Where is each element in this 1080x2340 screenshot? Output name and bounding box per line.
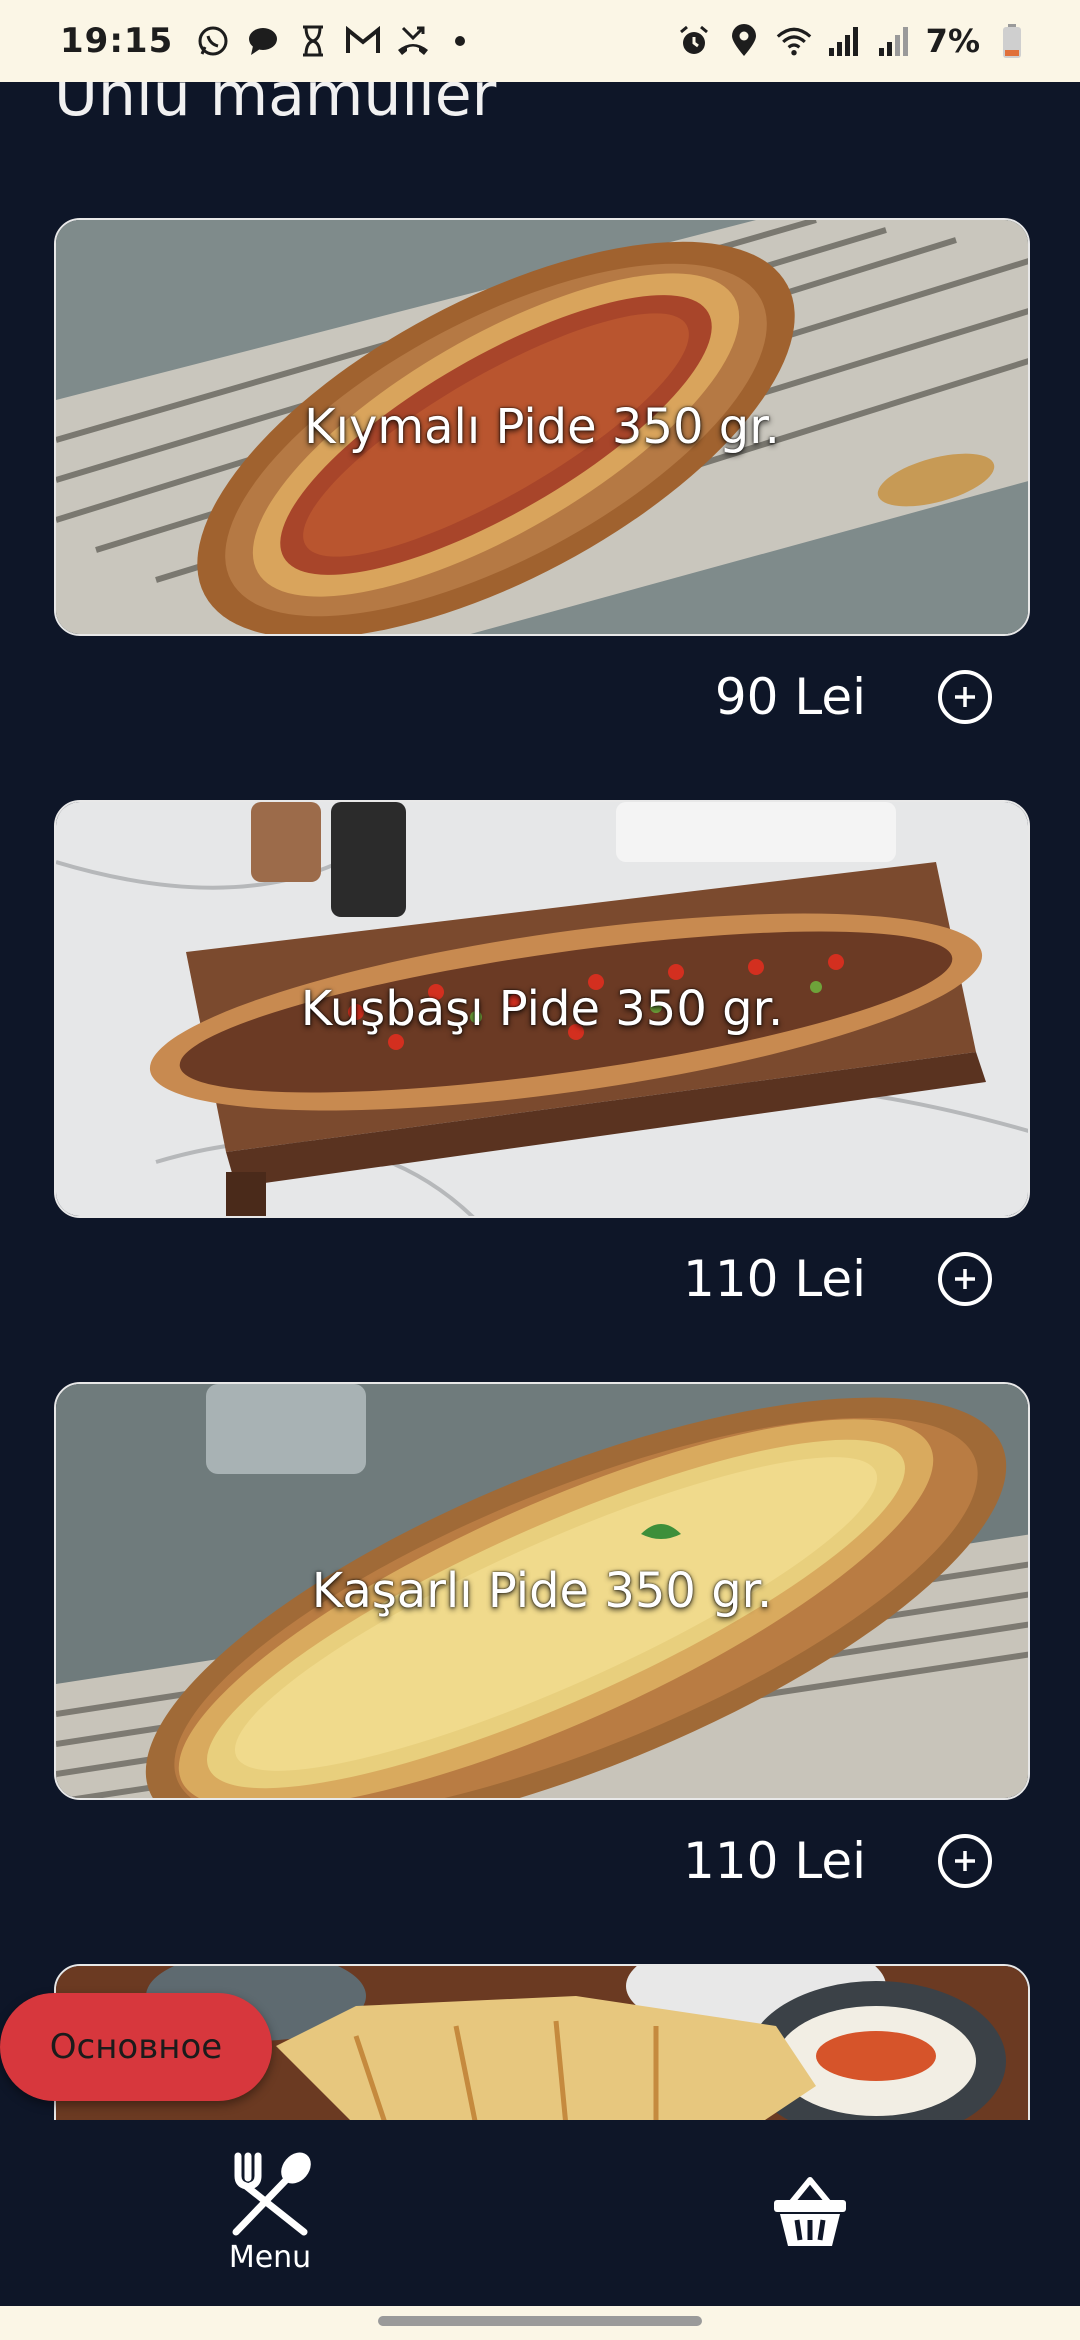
fork-spoon-icon [232,2152,311,2235]
system-gesture-area [0,2306,1080,2340]
menu-item-card[interactable]: Kaşarlı Pide 350 gr. 110 Lei [54,1382,1030,1924]
menu-item-name: Kuşbaşı Pide 350 gr. [300,981,784,1037]
plus-icon [955,1269,975,1289]
add-to-cart-button[interactable] [938,1252,992,1306]
plus-icon [955,687,975,707]
menu-item-price: 110 Lei [683,1250,866,1308]
bottom-nav: Menu [0,2120,1080,2306]
menu-item-price: 110 Lei [683,1832,866,1890]
missed-call-icon [395,23,431,59]
menu-item-name: Kaşarlı Pide 350 gr. [311,1563,773,1619]
battery-percent: 7% [925,22,980,60]
alarm-icon [676,23,712,59]
nav-menu[interactable]: Menu [0,2120,540,2306]
menu-item-image[interactable]: Kaşarlı Pide 350 gr. [54,1382,1030,1800]
price-row: 90 Lei [54,636,1030,760]
category-chip[interactable]: Основное [0,1993,272,2101]
hourglass-icon [295,23,331,59]
status-bar: 19:15 7% [0,0,1080,82]
whatsapp-icon [195,23,231,59]
menu-scroll-area[interactable]: Unlu mamüller Kıymalı Pide 350 gr. 90 Le… [0,82,1080,2120]
status-bar-left: 19:15 [60,21,466,61]
chat-icon [245,23,281,59]
add-to-cart-button[interactable] [938,670,992,724]
nav-menu-label: Menu [228,2239,312,2275]
nav-cart[interactable] [540,2120,1080,2306]
menu-item-image[interactable]: Kuşbaşı Pide 350 gr. [54,800,1030,1218]
menu-item-price: 90 Lei [714,668,866,726]
gmail-icon [345,23,381,59]
section-title: Unlu mamüller [54,82,497,130]
status-bar-right: 7% [676,22,1030,60]
basket-icon [774,2177,846,2246]
signal-icon [876,23,912,59]
menu-item-card[interactable]: Kuşbaşı Pide 350 gr. 110 Lei [54,800,1030,1342]
battery-icon [994,23,1030,59]
gesture-handle[interactable] [378,2316,702,2326]
price-row: 110 Lei [54,1800,1030,1924]
price-row: 110 Lei [54,1218,1030,1342]
add-to-cart-button[interactable] [938,1834,992,1888]
menu-item-image[interactable]: Kıymalı Pide 350 gr. [54,218,1030,636]
menu-item-name: Kıymalı Pide 350 gr. [304,399,780,455]
plus-icon [955,1851,975,1871]
menu-item-card[interactable]: Kıymalı Pide 350 gr. 90 Lei [54,218,1030,760]
notification-dot [455,36,466,46]
location-icon [726,23,762,59]
wifi-icon [776,23,812,59]
signal-icon [826,23,862,59]
status-time: 19:15 [60,21,174,61]
